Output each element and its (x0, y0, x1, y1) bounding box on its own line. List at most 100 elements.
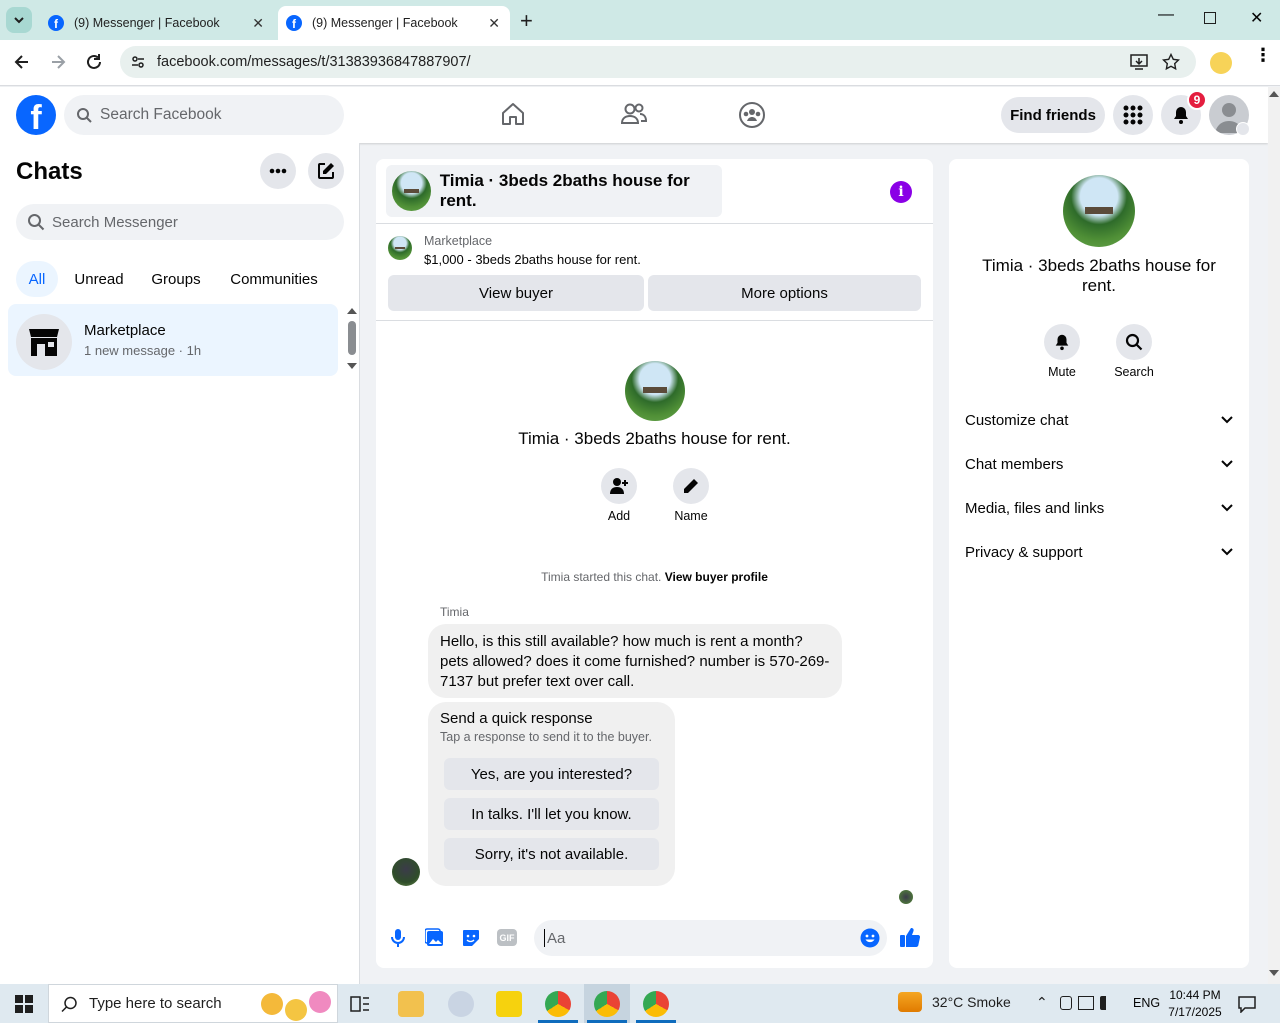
facebook-favicon-icon: f (48, 15, 64, 31)
friends-nav-button[interactable] (620, 101, 648, 127)
sender-name: Timia (440, 605, 469, 619)
add-people-button[interactable] (601, 468, 637, 504)
thumbs-up-icon (900, 928, 921, 947)
bell-icon (1174, 107, 1188, 124)
voice-clip-button[interactable] (390, 928, 406, 948)
forward-button[interactable] (48, 52, 68, 72)
quick-response-bubble: Send a quick response Tap a response to … (428, 702, 675, 886)
taskbar-search-box[interactable]: Type here to search (48, 984, 338, 1023)
listing-label: Marketplace (424, 234, 493, 248)
minimize-window-button[interactable]: — (1158, 6, 1174, 24)
chrome-taskbar-icon-1[interactable] (545, 991, 571, 1017)
groups-nav-button[interactable] (738, 101, 766, 129)
home-nav-button[interactable] (500, 101, 526, 127)
filter-communities-tab[interactable]: Communities (220, 261, 328, 297)
paint-taskbar-icon[interactable] (448, 991, 474, 1017)
search-icon (77, 108, 92, 123)
scroll-down-arrow-icon[interactable] (1269, 970, 1279, 976)
search-placeholder: Search Facebook (100, 106, 222, 123)
network-icon (1078, 996, 1094, 1010)
back-button[interactable] (12, 52, 32, 72)
reload-button[interactable] (84, 52, 104, 72)
search-in-conversation-button[interactable] (1116, 324, 1152, 360)
browser-tab-2-active[interactable]: f (9) Messenger | Facebook ✕ (278, 6, 510, 40)
scroll-up-arrow-icon[interactable] (347, 308, 357, 314)
facebook-search-input[interactable]: Search Facebook (64, 95, 344, 135)
profile-avatar-button[interactable] (1210, 52, 1232, 74)
conversation-info-button[interactable]: i (890, 181, 912, 203)
sender-avatar[interactable] (392, 858, 420, 886)
tab-title: (9) Messenger | Facebook (74, 16, 220, 30)
gif-button[interactable]: GIF (497, 929, 517, 946)
media-files-links-section[interactable]: Media, files and links (965, 488, 1233, 528)
chat-members-section[interactable]: Chat members (965, 444, 1233, 484)
edit-name-button[interactable] (673, 468, 709, 504)
emoji-search-highlight-icon[interactable] (261, 991, 331, 1021)
system-tray-icons[interactable] (1060, 996, 1122, 1012)
address-bar[interactable]: facebook.com/messages/t/3138393684788790… (120, 46, 1196, 78)
details-photo-avatar (1063, 175, 1135, 247)
install-app-icon[interactable] (1130, 53, 1148, 71)
filter-unread-tab[interactable]: Unread (66, 261, 132, 297)
sticker-button[interactable] (461, 928, 481, 948)
start-button[interactable] (15, 995, 33, 1013)
facebook-logo-icon[interactable]: f (16, 95, 56, 135)
quick-response-option[interactable]: Sorry, it's not available. (444, 838, 659, 870)
composer-caret (544, 929, 545, 947)
close-window-button[interactable]: ✕ (1250, 8, 1263, 28)
filter-groups-tab[interactable]: Groups (140, 261, 212, 297)
page-scrollbar[interactable] (1268, 87, 1280, 984)
new-message-button[interactable] (308, 153, 344, 189)
show-hidden-icons-button[interactable]: ⌃ (1036, 994, 1048, 1011)
filter-all-tab[interactable]: All (16, 261, 58, 297)
messenger-search-input[interactable]: Search Messenger (16, 204, 344, 240)
chat-list-item-marketplace[interactable]: Marketplace 1 new message · 1h (8, 304, 338, 376)
listing-price-title[interactable]: $1,000 - 3beds 2baths house for rent. (424, 252, 641, 267)
find-friends-button[interactable]: Find friends (1001, 97, 1105, 133)
sticky-notes-taskbar-icon[interactable] (496, 991, 522, 1017)
scroll-down-arrow-icon[interactable] (347, 363, 357, 369)
task-view-button[interactable] (350, 995, 370, 1013)
tab-search-button[interactable] (6, 7, 32, 33)
incoming-message-bubble[interactable]: Hello, is this still available? how much… (428, 624, 842, 698)
quick-response-option[interactable]: In talks. I'll let you know. (444, 798, 659, 830)
privacy-support-section[interactable]: Privacy & support (965, 532, 1233, 572)
quick-response-option[interactable]: Yes, are you interested? (444, 758, 659, 790)
chevron-down-icon (1221, 548, 1233, 556)
sidebar-scrollbar[interactable] (348, 321, 356, 355)
browser-toolbar: facebook.com/messages/t/3138393684788790… (0, 40, 1280, 86)
menu-button[interactable] (1113, 95, 1153, 135)
conversation-header[interactable]: Timia · 3beds 2baths house for rent. (386, 165, 722, 217)
site-info-icon[interactable] (130, 54, 146, 70)
chat-options-button[interactable] (260, 153, 296, 189)
customize-chat-section[interactable]: Customize chat (965, 400, 1233, 440)
file-explorer-taskbar-icon[interactable] (398, 991, 424, 1017)
restore-window-button[interactable] (1204, 12, 1216, 24)
mute-button[interactable] (1044, 324, 1080, 360)
bookmark-star-icon[interactable] (1162, 53, 1180, 71)
scroll-up-arrow-icon[interactable] (1269, 91, 1279, 97)
attach-photo-button[interactable] (425, 928, 445, 948)
windows-logo-icon (15, 995, 33, 1013)
send-like-button[interactable] (899, 926, 921, 948)
close-tab-icon[interactable]: ✕ (252, 15, 264, 32)
weather-widget[interactable]: 32°C Smoke (898, 992, 1011, 1012)
chrome-taskbar-icon-3[interactable] (643, 991, 669, 1017)
close-tab-icon[interactable]: ✕ (488, 15, 500, 32)
clock[interactable]: 10:44 PM 7/17/2025 (1162, 987, 1228, 1021)
message-composer-input[interactable]: Aa (534, 920, 887, 956)
more-options-button[interactable]: More options (648, 275, 921, 311)
chrome-taskbar-icon-2-active[interactable] (594, 991, 620, 1017)
emoji-icon[interactable] (860, 928, 880, 948)
compose-icon (318, 163, 334, 179)
browser-menu-icon[interactable]: ⋮ (1254, 46, 1272, 64)
browser-tab-1[interactable]: f (9) Messenger | Facebook ✕ (34, 6, 274, 40)
listing-thumbnail (388, 236, 412, 260)
view-buyer-profile-link[interactable]: View buyer profile (665, 570, 768, 584)
notification-center-button[interactable] (1238, 995, 1256, 1013)
mute-label: Mute (1048, 365, 1076, 379)
account-chevron-icon[interactable] (1236, 122, 1250, 136)
view-buyer-button[interactable]: View buyer (388, 275, 644, 311)
new-tab-button[interactable]: + (520, 8, 533, 34)
language-indicator[interactable]: ENG (1133, 996, 1160, 1010)
